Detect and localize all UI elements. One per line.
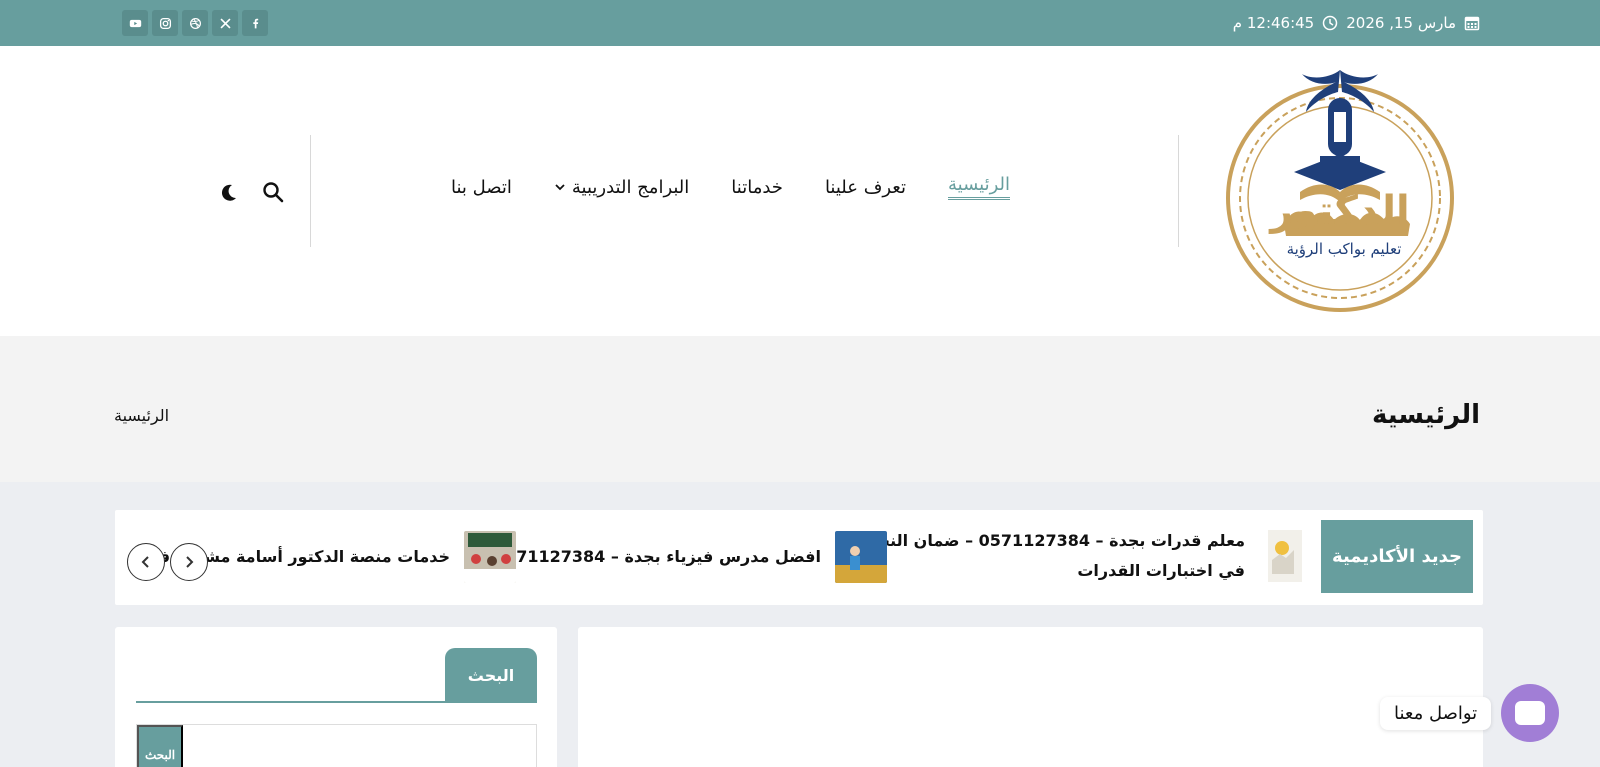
search-form: البحث — [136, 724, 537, 767]
instagram-icon[interactable] — [152, 10, 178, 36]
site-header: الدكتور تعليم بواكب الرؤية الرئيسية تعرف… — [0, 46, 1600, 336]
social-links — [122, 10, 268, 36]
chat-icon — [1515, 701, 1546, 725]
dribbble-icon[interactable] — [182, 10, 208, 36]
moon-icon[interactable] — [218, 181, 240, 203]
chevron-right-icon — [186, 556, 194, 568]
main-nav: الرئيسية تعرف علينا خدماتنا البرامج التد… — [451, 174, 1010, 200]
facebook-icon[interactable] — [242, 10, 268, 36]
contact-button[interactable] — [1501, 684, 1560, 742]
news-ticker: جديد الأكاديمية معلم قدرات بجدة – 057112… — [115, 510, 1483, 605]
chevron-down-icon — [555, 184, 565, 191]
header-divider-left — [310, 135, 311, 247]
breadcrumb[interactable]: الرئيسية — [114, 406, 169, 425]
ticker-item-text: معلم قدرات بجدة – 0571127384 – ضمان النج… — [861, 531, 1245, 580]
date-time: مارس 15, 2026 12:46:45 م — [1233, 13, 1480, 33]
svg-text:تعليم بواكب الرؤية: تعليم بواكب الرؤية — [1287, 240, 1402, 258]
ticker-prev-button[interactable] — [127, 543, 165, 581]
ticker-item[interactable]: افضل مدرس فيزياء بجدة – 0571127384 — [494, 531, 887, 583]
calendar-icon — [1464, 16, 1480, 31]
nav-about[interactable]: تعرف علينا — [825, 174, 906, 200]
svg-text:الدكتور: الدكتور — [1268, 188, 1410, 234]
widget-title-underline — [136, 701, 537, 703]
header-tools — [218, 181, 284, 203]
site-logo[interactable]: الدكتور تعليم بواكب الرؤية — [1224, 60, 1456, 316]
nav-home[interactable]: الرئيسية — [948, 174, 1010, 200]
current-date: مارس 15, 2026 — [1346, 14, 1456, 32]
current-time: 12:46:45 م — [1232, 14, 1315, 32]
header-divider-right — [1178, 135, 1179, 247]
main-content-card — [578, 627, 1483, 767]
ticker-next-button[interactable] — [170, 543, 208, 581]
ticker-thumbnail — [1268, 530, 1302, 582]
nav-services[interactable]: خدماتنا — [731, 174, 783, 200]
floating-contact[interactable]: تواصل معنا — [1380, 684, 1560, 742]
page-title-band: الرئيسية الرئيسية — [0, 336, 1600, 482]
search-button[interactable]: البحث — [137, 725, 183, 767]
top-bar: مارس 15, 2026 12:46:45 م — [0, 0, 1600, 46]
sidebar-search-widget: البحث البحث — [115, 627, 557, 767]
ticker-thumbnail — [464, 531, 516, 583]
ticker-thumbnail — [835, 531, 887, 583]
ticker-item[interactable]: معلم قدرات بجدة – 0571127384 – ضمان النج… — [861, 526, 1311, 586]
contact-label[interactable]: تواصل معنا — [1380, 696, 1492, 730]
clock-icon — [1322, 15, 1338, 31]
nav-contact[interactable]: اتصل بنا — [451, 174, 512, 200]
page-title: الرئيسية — [1371, 400, 1480, 430]
search-icon[interactable] — [262, 181, 284, 203]
ticker-label: جديد الأكاديمية — [1321, 520, 1473, 593]
widget-title: البحث — [445, 648, 537, 702]
nav-training-programs[interactable]: البرامج التدريبية — [554, 174, 689, 200]
search-input[interactable] — [183, 725, 536, 767]
youtube-icon[interactable] — [122, 10, 148, 36]
chevron-left-icon — [141, 556, 149, 568]
ticker-item-text: افضل مدرس فيزياء بجدة – 0571127384 — [493, 547, 821, 566]
x-icon[interactable] — [212, 10, 238, 36]
